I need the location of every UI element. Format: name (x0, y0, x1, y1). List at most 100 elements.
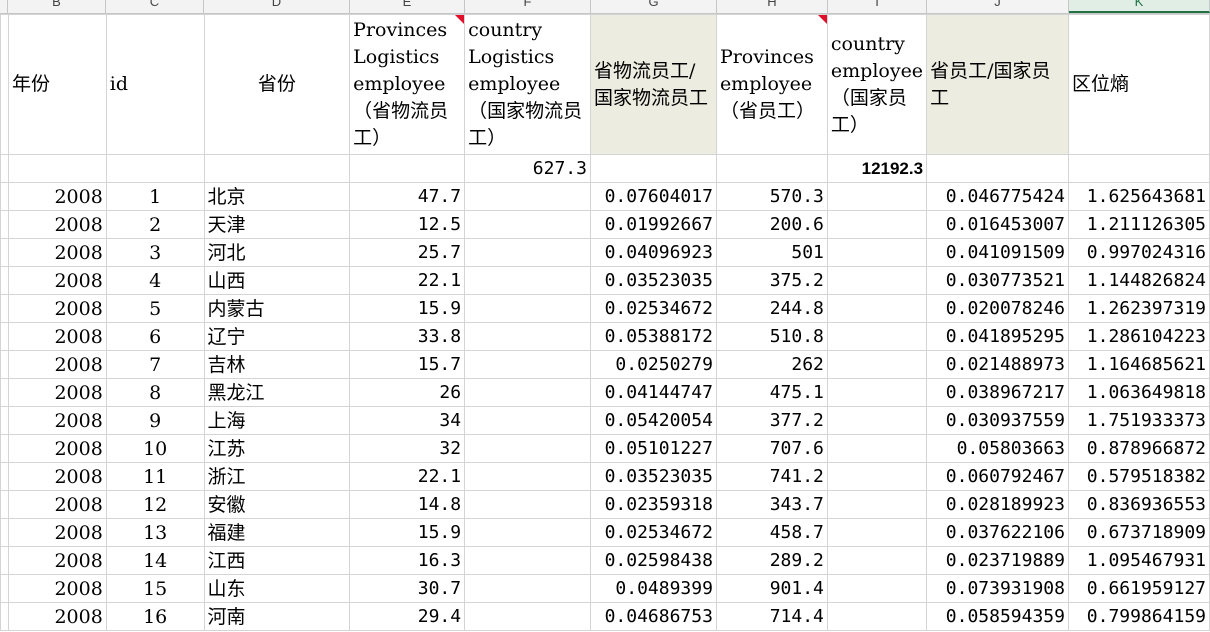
cell-prov-emp[interactable]: 475.1 (715, 378, 828, 407)
cell-ratio-emp[interactable]: 0.041091509 (926, 238, 1069, 267)
cell-country-log-emp[interactable] (464, 350, 591, 379)
cell-blank[interactable] (203, 154, 351, 183)
cell-a[interactable] (0, 322, 9, 351)
cell-ratio-log[interactable]: 0.05420054 (589, 406, 717, 435)
cell-ratio-log[interactable]: 0.03523035 (589, 266, 717, 295)
cell-country-log-emp[interactable] (464, 322, 591, 351)
cell-prov-emp[interactable]: 244.8 (715, 294, 828, 323)
cell-entropy[interactable]: 0.661959127 (1067, 574, 1210, 603)
cell-id[interactable]: 5 (105, 294, 205, 323)
column-header-k[interactable]: K (1069, 0, 1210, 13)
cell-year[interactable]: 2008 (7, 574, 107, 603)
cell-ratio-emp[interactable]: 0.030773521 (926, 266, 1069, 295)
column-header-a[interactable] (0, 0, 8, 13)
cell-entropy[interactable]: 0.997024316 (1067, 238, 1210, 267)
cell-id[interactable]: 9 (105, 406, 205, 435)
cell-ratio-emp[interactable]: 0.05803663 (926, 434, 1069, 463)
cell-year[interactable]: 2008 (7, 238, 107, 267)
cell-province[interactable]: 辽宁 (203, 322, 351, 351)
cell-prov-log-emp[interactable]: 14.8 (349, 490, 466, 519)
column-header-j[interactable]: J (927, 0, 1069, 13)
cell-country-emp[interactable] (826, 322, 928, 351)
header-prov-log-emp[interactable]: Provinces Logistics employee （省物流员工） (349, 14, 466, 155)
cell-blank[interactable] (105, 154, 205, 183)
cell-ratio-emp[interactable]: 0.016453007 (926, 210, 1069, 239)
header-ratio-emp[interactable]: 省员工/国家员工 (926, 14, 1069, 155)
cell-country-emp[interactable] (826, 490, 928, 519)
cell-country-emp[interactable] (826, 210, 928, 239)
cell-entropy[interactable]: 0.836936553 (1067, 490, 1210, 519)
cell-province[interactable]: 福建 (203, 518, 351, 547)
cell-a[interactable] (0, 546, 9, 575)
cell-country-log-emp[interactable] (464, 210, 591, 239)
cell-ratio-log[interactable]: 0.04096923 (589, 238, 717, 267)
cell-prov-emp[interactable]: 262 (715, 350, 828, 379)
cell-id[interactable]: 10 (105, 434, 205, 463)
cell-province[interactable]: 黑龙江 (203, 378, 351, 407)
cell-entropy[interactable]: 1.211126305 (1067, 210, 1210, 239)
cell-blank[interactable] (7, 154, 107, 183)
cell-year[interactable]: 2008 (7, 294, 107, 323)
cell-country-emp[interactable] (826, 546, 928, 575)
cell-prov-emp[interactable]: 501 (715, 238, 828, 267)
cell-year[interactable]: 2008 (7, 602, 107, 631)
cell-a[interactable] (0, 518, 9, 547)
cell-prov-emp[interactable]: 901.4 (715, 574, 828, 603)
cell-id[interactable]: 16 (105, 602, 205, 631)
cell-blank[interactable] (349, 154, 466, 183)
cell-a[interactable] (0, 406, 9, 435)
cell-ratio-emp[interactable]: 0.046775424 (926, 182, 1069, 211)
column-header-h[interactable]: H (717, 0, 828, 13)
cell-province[interactable]: 浙江 (203, 462, 351, 491)
cell-year[interactable]: 2008 (7, 434, 107, 463)
cell-a[interactable] (0, 602, 9, 631)
cell-province[interactable]: 上海 (203, 406, 351, 435)
cell-country-emp[interactable] (826, 462, 928, 491)
cell-ratio-log[interactable]: 0.0250279 (589, 350, 717, 379)
cell-ratio-emp[interactable]: 0.058594359 (926, 602, 1069, 631)
cell-entropy[interactable]: 1.063649818 (1067, 378, 1210, 407)
cell-entropy[interactable]: 0.799864159 (1067, 602, 1210, 631)
cell-entropy[interactable]: 1.625643681 (1067, 182, 1210, 211)
cell-prov-log-emp[interactable]: 22.1 (349, 462, 466, 491)
cell-ratio-emp[interactable]: 0.020078246 (926, 294, 1069, 323)
cell-prov-log-emp[interactable]: 15.9 (349, 294, 466, 323)
cell-prov-log-emp[interactable]: 29.4 (349, 602, 466, 631)
cell-year[interactable]: 2008 (7, 182, 107, 211)
cell-blank[interactable] (715, 154, 828, 183)
cell-province[interactable]: 山东 (203, 574, 351, 603)
total-country-emp[interactable]: 12192.3 (826, 154, 928, 183)
cell-id[interactable]: 11 (105, 462, 205, 491)
cell-country-emp[interactable] (826, 378, 928, 407)
cell-ratio-log[interactable]: 0.02534672 (589, 518, 717, 547)
cell-entropy[interactable]: 1.095467931 (1067, 546, 1210, 575)
cell-a-header[interactable] (0, 14, 9, 155)
cell-entropy[interactable]: 1.144826824 (1067, 266, 1210, 295)
cell-ratio-emp[interactable]: 0.023719889 (926, 546, 1069, 575)
cell-prov-log-emp[interactable]: 15.7 (349, 350, 466, 379)
cell-ratio-emp[interactable]: 0.037622106 (926, 518, 1069, 547)
cell-year[interactable]: 2008 (7, 322, 107, 351)
cell-id[interactable]: 8 (105, 378, 205, 407)
column-header-b[interactable]: B (8, 0, 106, 13)
header-ratio-log[interactable]: 省物流员工/国家物流员工 (589, 14, 717, 155)
cell-year[interactable]: 2008 (7, 378, 107, 407)
cell-entropy[interactable]: 1.286104223 (1067, 322, 1210, 351)
cell-entropy[interactable]: 0.673718909 (1067, 518, 1210, 547)
cell-year[interactable]: 2008 (7, 490, 107, 519)
cell-ratio-log[interactable]: 0.04144747 (589, 378, 717, 407)
cell-province[interactable]: 河南 (203, 602, 351, 631)
cell-country-emp[interactable] (826, 434, 928, 463)
cell-ratio-emp[interactable]: 0.038967217 (926, 378, 1069, 407)
cell-id[interactable]: 6 (105, 322, 205, 351)
cell-a[interactable] (0, 350, 9, 379)
cell-country-emp[interactable] (826, 350, 928, 379)
cell-country-log-emp[interactable] (464, 602, 591, 631)
cell-province[interactable]: 天津 (203, 210, 351, 239)
cell-a[interactable] (0, 462, 9, 491)
cell-prov-log-emp[interactable]: 12.5 (349, 210, 466, 239)
cell-id[interactable]: 1 (105, 182, 205, 211)
cell-ratio-log[interactable]: 0.02359318 (589, 490, 717, 519)
header-province[interactable]: 省份 (203, 14, 351, 155)
column-header-e[interactable]: E (350, 0, 465, 13)
